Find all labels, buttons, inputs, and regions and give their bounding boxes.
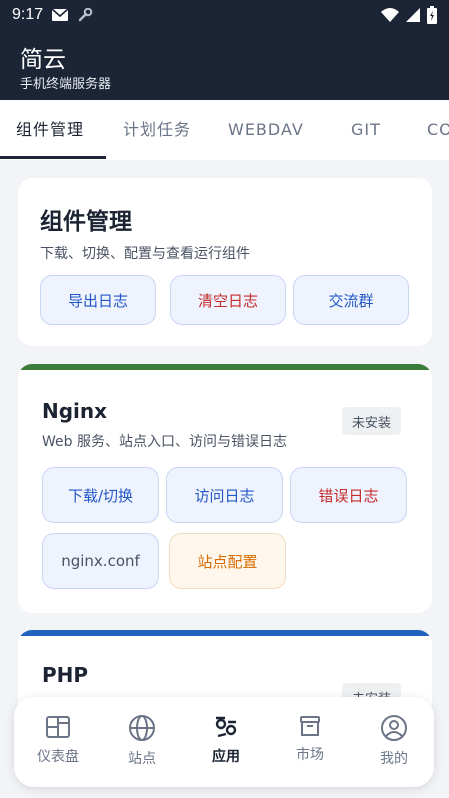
nav-apps-label: 应用 [212, 749, 240, 765]
nav-dashboard-label: 仪表盘 [37, 749, 79, 765]
status-bar: 9:17 [0, 0, 449, 30]
app-bar: 9:17 简云 手机终端服务器 [0, 0, 449, 100]
tab-bar: 组件管理 计划任务 WEBDAV GIT CO [0, 100, 449, 160]
nginx-error-log-button[interactable]: 错误日志 [290, 467, 407, 523]
dashboard-icon [46, 716, 70, 738]
tab-more[interactable]: CO [427, 100, 449, 160]
group-chat-button[interactable]: 交流群 [293, 275, 409, 325]
apps-icon [215, 716, 237, 738]
nav-profile[interactable]: 我的 [352, 697, 436, 787]
nginx-title: Nginx [42, 399, 108, 423]
globe-icon [129, 715, 155, 741]
nginx-status-badge: 未安装 [342, 407, 402, 435]
tab-components[interactable]: 组件管理 [16, 100, 84, 160]
tab-webdav[interactable]: WEBDAV [228, 100, 304, 160]
php-accent-bar [18, 630, 432, 636]
wrench-icon [78, 7, 93, 22]
card-title: 组件管理 [40, 209, 132, 235]
nginx-download-button[interactable]: 下载/切换 [42, 467, 159, 523]
clear-log-button[interactable]: 清空日志 [170, 275, 286, 325]
nav-profile-label: 我的 [380, 751, 408, 767]
mail-icon [51, 8, 69, 21]
nginx-site-config-button[interactable]: 站点配置 [169, 533, 286, 589]
nav-sites-label: 站点 [128, 751, 156, 767]
store-icon [300, 716, 320, 736]
nginx-description: Web 服务、站点入口、访问与错误日志 [42, 434, 287, 450]
export-log-button[interactable]: 导出日志 [40, 275, 156, 325]
nav-dashboard[interactable]: 仪表盘 [16, 697, 100, 787]
app-subtitle: 手机终端服务器 [20, 77, 112, 92]
nav-market[interactable]: 市场 [268, 697, 352, 787]
wifi-icon [381, 8, 399, 22]
nav-market-label: 市场 [296, 747, 324, 763]
component-management-card: 组件管理 下载、切换、配置与查看运行组件 导出日志 清空日志 交流群 [18, 178, 432, 346]
active-tab-indicator [0, 156, 106, 159]
nav-sites[interactable]: 站点 [100, 697, 184, 787]
nginx-conf-button[interactable]: nginx.conf [42, 533, 159, 589]
nav-apps[interactable]: 应用 [184, 697, 268, 787]
signal-icon [406, 8, 420, 22]
nginx-card: Nginx 未安装 Web 服务、站点入口、访问与错误日志 下载/切换 访问日志… [18, 364, 432, 613]
bottom-navigation: 仪表盘 站点 应用 市场 我的 [14, 697, 434, 787]
tab-git[interactable]: GIT [351, 100, 381, 160]
php-title: PHP [42, 663, 89, 687]
profile-icon [381, 715, 407, 741]
app-title: 简云 [20, 47, 66, 73]
status-time: 9:17 [12, 6, 44, 23]
nginx-accent-bar [18, 364, 432, 370]
tab-scheduled-tasks[interactable]: 计划任务 [123, 100, 191, 160]
nginx-access-log-button[interactable]: 访问日志 [166, 467, 283, 523]
battery-icon [427, 6, 437, 24]
card-description: 下载、切换、配置与查看运行组件 [40, 246, 250, 262]
